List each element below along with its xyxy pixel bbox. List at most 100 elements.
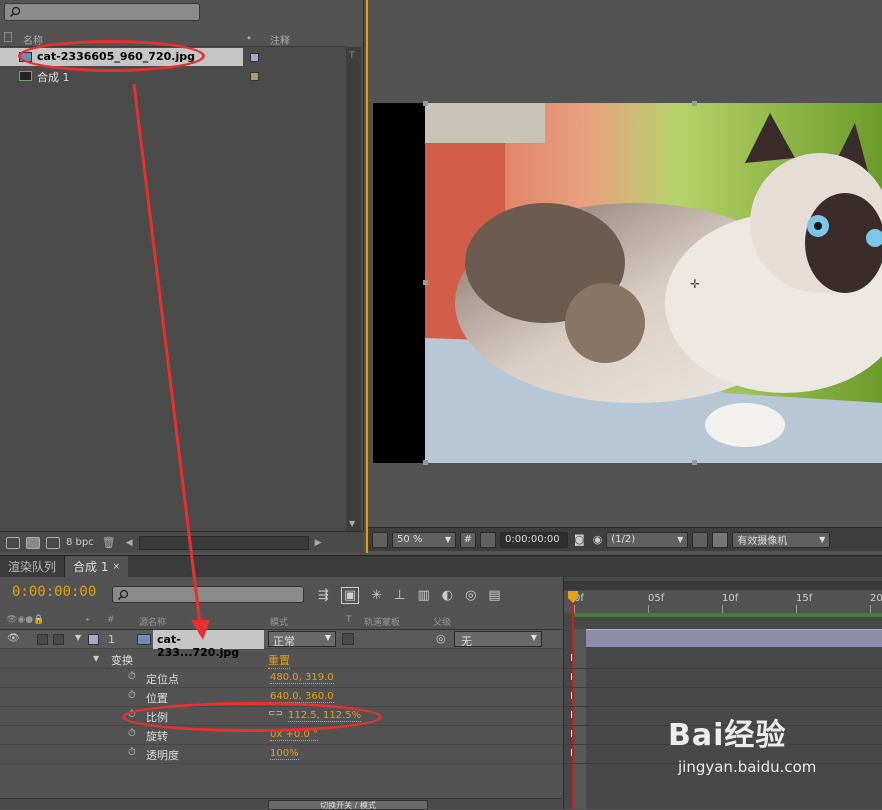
property-name: 位置 — [146, 692, 168, 705]
auto-keyframe-icon[interactable]: ◎ — [465, 588, 476, 603]
keyframe-nav-icon[interactable]: I — [570, 729, 573, 740]
property-value[interactable]: 100% — [270, 748, 299, 760]
interpret-footage-icon[interactable] — [6, 536, 20, 549]
anchor-point-icon[interactable]: ✛ — [690, 277, 700, 291]
brainstorm-icon[interactable]: ◐ — [442, 588, 453, 603]
graph-editor-icon[interactable]: ▤ — [488, 588, 500, 603]
preserve-transparency-toggle[interactable] — [342, 633, 354, 645]
eye-icon[interactable]: 👁 — [7, 633, 20, 644]
list-item[interactable]: 合成 1 — [0, 67, 346, 85]
scroll-right-icon[interactable]: ▶ — [315, 538, 322, 548]
camera-select[interactable]: 有效摄像机 ▼ — [732, 531, 831, 548]
timeline-search-input[interactable] — [112, 586, 304, 603]
col-trkmat[interactable]: 轨道蒙板 — [364, 615, 400, 628]
ruler-tick — [648, 605, 649, 613]
region-of-interest-icon[interactable] — [692, 531, 709, 548]
stopwatch-icon[interactable]: ⏱ — [128, 690, 136, 701]
always-preview-icon[interactable] — [372, 531, 388, 548]
property-row[interactable]: ⏱ 定位点 480.0, 319.0 — [0, 669, 562, 688]
project-search-input[interactable] — [4, 3, 200, 21]
flowchart-icon[interactable]: ⊤ — [348, 51, 356, 61]
project-hscrollbar[interactable] — [138, 535, 309, 550]
stopwatch-icon[interactable]: ⏱ — [128, 728, 136, 739]
shy-icon[interactable]: ✳ — [371, 588, 382, 603]
scroll-left-icon[interactable]: ◀ — [126, 538, 133, 548]
watermark-brand: Bai经验 — [668, 718, 787, 753]
project-scrollbar[interactable]: ⊤ ▼ — [346, 47, 361, 531]
transform-group[interactable]: ▼ 变换 重置 — [0, 650, 562, 669]
col-comment[interactable]: 注释 — [270, 32, 290, 47]
render-bar — [572, 613, 882, 617]
ruler-tick — [870, 605, 871, 613]
layer-duration-bar[interactable] — [572, 629, 882, 647]
grid-icon[interactable]: # — [460, 531, 476, 548]
resolution-select[interactable]: (1/2) ▼ — [606, 531, 689, 548]
mask-visibility-icon[interactable] — [480, 531, 496, 548]
close-icon[interactable]: × — [112, 562, 120, 572]
ruler-tick-label: 05f — [648, 593, 665, 604]
keyframe-nav-icon[interactable]: I — [570, 748, 573, 759]
draft-3d-icon[interactable]: ▣ — [340, 586, 360, 604]
timeline-timecode[interactable]: 0:00:00:00 — [12, 584, 96, 600]
expand-icon[interactable]: ▼ — [75, 633, 81, 642]
col-mode[interactable]: 模式 — [270, 615, 288, 628]
label-swatch[interactable] — [88, 634, 99, 645]
motion-blur-icon[interactable]: ▥ — [417, 588, 429, 603]
transparency-grid-icon[interactable] — [712, 531, 729, 548]
timeline-footer: 切换开关 / 模式 — [0, 798, 562, 810]
transform-handle[interactable] — [692, 460, 697, 465]
tab-comp[interactable]: 合成 1 × — [64, 555, 129, 578]
property-value[interactable]: 480.0, 319.0 — [270, 672, 334, 684]
lock-toggle[interactable] — [53, 634, 64, 645]
layer-row[interactable]: 👁 ▼ 1 cat-233...720.jpg 正常 ▼ ◎ 无 ▼ — [0, 630, 562, 659]
frame-blending-icon[interactable]: ⊥ — [394, 588, 405, 603]
mode-select[interactable]: 正常 ▼ — [268, 631, 336, 648]
tab-render-queue[interactable]: 渲染队列 — [0, 556, 64, 578]
scroll-down-icon[interactable]: ▼ — [349, 519, 355, 528]
layer-name[interactable]: cat-233...720.jpg — [153, 630, 264, 659]
transform-label: 变换 — [111, 654, 133, 667]
transform-handle[interactable] — [423, 101, 428, 106]
stopwatch-icon[interactable]: ⏱ — [128, 747, 136, 758]
stopwatch-icon[interactable]: ⏱ — [128, 671, 136, 682]
keyframe-nav-icon[interactable]: I — [570, 710, 573, 721]
snapshot-icon[interactable]: ◙ — [574, 533, 585, 546]
property-row[interactable]: ⏱ 透明度 100% — [0, 745, 562, 764]
project-panel: 名称 ⬩ 注释 cat-2336605_960_720.jpg 合成 1 ⊤ ▼… — [0, 0, 364, 553]
item-name: 合成 1 — [37, 71, 70, 84]
parent-select[interactable]: 无 ▼ — [454, 631, 542, 648]
label-swatch[interactable] — [250, 53, 259, 62]
work-area-bar[interactable] — [564, 581, 882, 590]
bpc-label[interactable]: 8 bpc — [66, 537, 94, 548]
time-ruler[interactable]: 0f05f10f15f20f — [564, 591, 882, 613]
watermark-url: jingyan.baidu.com — [678, 758, 817, 776]
zoom-select[interactable]: 50 % ▼ — [392, 531, 456, 548]
tag-icon: ⬩ — [247, 31, 251, 44]
keyframe-nav-icon[interactable]: I — [570, 672, 573, 683]
expand-icon[interactable]: ▼ — [93, 654, 99, 663]
project-list: cat-2336605_960_720.jpg 合成 1 — [0, 47, 346, 531]
cat-image[interactable] — [425, 103, 882, 463]
transform-handle[interactable] — [692, 101, 697, 106]
transform-handle[interactable] — [423, 460, 428, 465]
keyframe-nav-icon[interactable]: I — [570, 691, 573, 702]
new-folder-icon[interactable] — [26, 536, 40, 549]
track-row: I — [564, 650, 882, 669]
baidu-watermark: Bai经验 jingyan.baidu.com — [668, 710, 868, 790]
current-time-field[interactable]: 0:00:00:00 — [500, 531, 568, 548]
comp-mini-flowchart-icon[interactable]: ⇶ — [318, 588, 329, 603]
new-comp-icon[interactable] — [46, 536, 60, 549]
pickwhip-icon[interactable]: ◎ — [436, 632, 446, 645]
label-swatch[interactable] — [250, 72, 259, 81]
color-channels-icon[interactable]: ◉ — [593, 533, 603, 546]
col-source-name[interactable]: 源名称 — [139, 615, 166, 628]
solo-toggle[interactable] — [37, 634, 48, 645]
trash-icon[interactable]: 🗑 — [102, 536, 116, 549]
viewer-toolbar: 50 % ▼ # 0:00:00:00 ◙ ◉ (1/2) ▼ 有效摄像机 ▼ — [368, 527, 882, 551]
col-parent[interactable]: 父级 — [433, 615, 451, 628]
keyframe-nav-icon[interactable]: I — [570, 653, 573, 664]
transform-handle[interactable] — [423, 280, 428, 285]
reset-link[interactable]: 重置 — [268, 652, 290, 669]
property-value[interactable]: 640.0, 360.0 — [270, 691, 334, 703]
annotation-ellipse — [122, 702, 382, 732]
